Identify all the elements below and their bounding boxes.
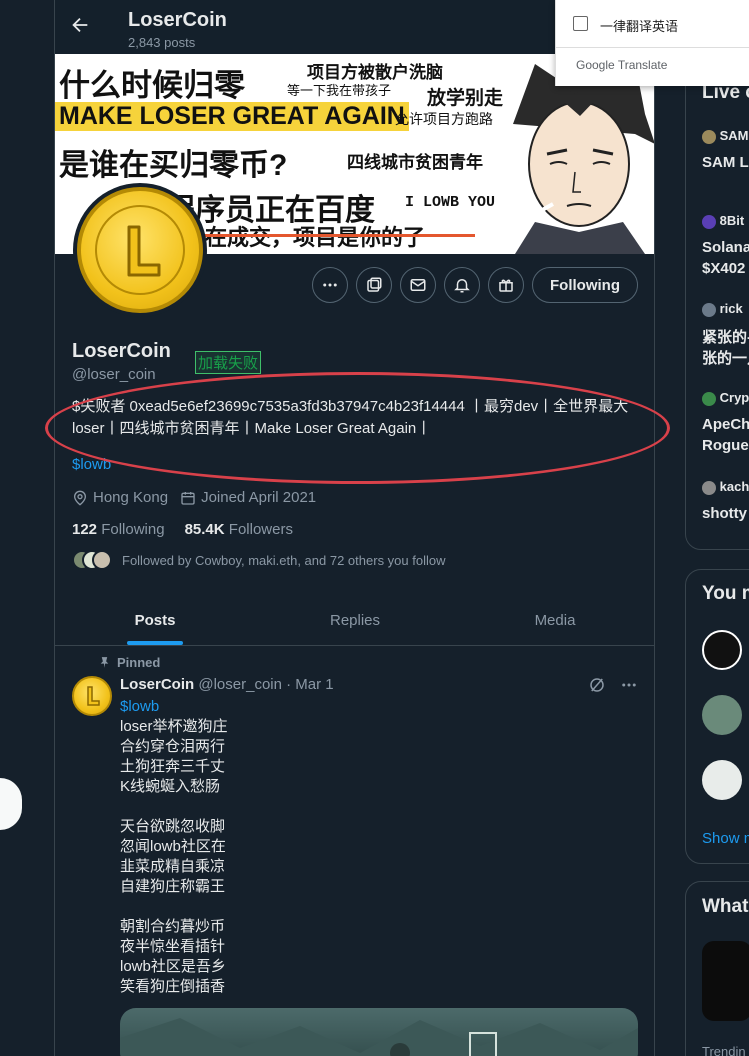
follow-stats: 122 Following 85.4K Followers: [72, 521, 293, 538]
live-user-avatar: [702, 480, 716, 495]
post-cashtag[interactable]: $lowb: [120, 698, 159, 715]
live-user-avatar: [702, 129, 716, 144]
google-translate-brand: Google Translate: [576, 58, 668, 72]
profile-joined-date: Joined April 2021: [201, 489, 317, 506]
live-user-avatar: [702, 302, 716, 317]
banner-line-2-right: 放学别走: [427, 88, 504, 109]
live-item-user[interactable]: Cryp: [702, 390, 749, 406]
trending-label: Trendin: [702, 1044, 746, 1056]
who-to-follow-title: You m: [702, 583, 749, 604]
follower-avatar: [92, 550, 112, 570]
banner-line-3: 是谁在买归零币?: [59, 149, 288, 182]
followed-by-row[interactable]: Followed by Cowboy, maki.eth, and 72 oth…: [72, 550, 445, 570]
profile-bio: $失败者 0xead5e6ef23699c7535a3fd3b37947c4b2…: [72, 398, 629, 437]
live-user-avatar: [702, 214, 716, 229]
live-item-text[interactable]: Solana: [702, 239, 749, 256]
suggested-user-avatar[interactable]: [702, 695, 742, 735]
live-item-user[interactable]: SAM: [702, 128, 749, 144]
google-translate-popup: 一律翻译英语 Google Translate: [555, 0, 749, 86]
post-poem: loser举杯邀狗庄 合约穿仓泪两行 土狗狂奔三千丈 K线蜿蜒入愁肠 天台欲跳忽…: [120, 718, 228, 995]
banner-line-1-sub: 等一下我在带孩子: [287, 83, 392, 98]
profile-meta: Hong Kong Joined April 2021: [72, 489, 316, 506]
header-post-count: 2,843 posts: [128, 35, 196, 50]
tab-posts[interactable]: Posts: [55, 596, 255, 645]
always-translate-label[interactable]: 一律翻译英语: [600, 16, 678, 35]
live-item-text[interactable]: SAM Li: [702, 154, 749, 171]
followers-label: Followers: [228, 521, 293, 538]
pinned-indicator: Pinned: [98, 655, 160, 670]
live-item-text[interactable]: shotty: [702, 505, 747, 522]
left-navigation-rail: [0, 0, 55, 1056]
live-user-name: 8Bit: [719, 213, 745, 228]
profile-action-buttons: Following: [312, 267, 638, 303]
profile-tabs: Posts Replies Media: [55, 596, 654, 646]
trending-thumbnail[interactable]: [702, 941, 749, 1021]
coin-logo: [77, 187, 203, 313]
grok-explain-icon[interactable]: [588, 676, 606, 694]
more-options-icon[interactable]: [312, 267, 349, 303]
back-arrow-icon[interactable]: [69, 14, 95, 40]
grok-icon[interactable]: [356, 267, 393, 303]
header-title: LoserCoin: [128, 9, 227, 31]
live-item-text-2[interactable]: Roguel: [702, 437, 749, 454]
location-pin-icon: [73, 490, 87, 506]
profile-location: Hong Kong: [93, 489, 169, 506]
profile-column: LoserCoin 2,843 posts 什么时候归零 项目方被散户洗脑 等一…: [55, 0, 655, 1056]
followers-stat-link[interactable]: 85.4K Followers: [185, 521, 293, 538]
load-failed-badge: 加载失败: [195, 351, 262, 374]
live-user-name: kach: [719, 479, 749, 494]
post-image[interactable]: [120, 1008, 638, 1056]
live-item-text[interactable]: 紧张的-: [702, 326, 749, 347]
show-more-link[interactable]: Show m: [702, 830, 749, 847]
calendar-icon: [181, 491, 195, 505]
following-button[interactable]: Following: [532, 267, 638, 303]
live-item-text[interactable]: ApeCh: [702, 416, 749, 433]
message-icon[interactable]: [400, 267, 437, 303]
live-item-user[interactable]: 8Bit: [702, 213, 744, 229]
following-label: Following: [101, 521, 165, 538]
post-author-avatar[interactable]: [72, 676, 112, 716]
bio-cashtag-link[interactable]: $lowb: [72, 456, 111, 473]
post-body: $lowb loser举杯邀狗庄 合约穿仓泪两行 土狗狂奔三千丈 K线蜿蜒入愁肠…: [120, 697, 590, 997]
banner-line-4-right: I LOWB YOU: [405, 194, 496, 211]
followed-by-text: Followed by Cowboy, maki.eth, and 72 oth…: [122, 552, 446, 568]
post-handle-time[interactable]: @loser_coin · Mar 1: [198, 676, 333, 693]
post-more-icon[interactable]: [620, 676, 638, 694]
live-user-name: SAM: [719, 128, 749, 143]
suggested-user-avatar[interactable]: [702, 630, 742, 670]
post-author-name[interactable]: LoserCoin: [120, 676, 194, 693]
profile-avatar[interactable]: [73, 183, 207, 317]
pinned-label: Pinned: [117, 655, 161, 670]
live-user-name: rick: [719, 301, 743, 316]
following-count: 122: [72, 521, 98, 538]
live-item-text-2[interactable]: $X402: [702, 260, 745, 277]
following-stat-link[interactable]: 122 Following: [72, 521, 165, 538]
live-item-user[interactable]: kach: [702, 479, 749, 495]
follower-avatars: [72, 550, 112, 570]
banner-line-1: 什么时候归零: [59, 68, 245, 103]
banner-line-2-sub: 允许项目方跑路: [395, 111, 493, 127]
banner-line-3-right: 四线城市贫困青年: [347, 153, 483, 172]
live-user-name: Cryp: [719, 390, 749, 405]
live-item-user[interactable]: rick: [702, 301, 743, 317]
always-translate-checkbox[interactable]: [573, 16, 588, 31]
popup-divider: [556, 47, 749, 48]
pin-icon: [100, 657, 109, 668]
post-header: LoserCoin @loser_coin · Mar 1: [120, 676, 334, 693]
profile-handle: @loser_coin: [72, 366, 156, 383]
gift-icon[interactable]: [488, 267, 525, 303]
banner-underline: [205, 234, 475, 237]
live-item-text-2[interactable]: 张的一足: [702, 347, 749, 368]
live-user-avatar: [702, 391, 716, 406]
notifications-bell-icon[interactable]: [444, 267, 481, 303]
followers-count: 85.4K: [184, 521, 225, 538]
tab-media[interactable]: Media: [455, 596, 654, 645]
suggested-user-avatar[interactable]: [702, 760, 742, 800]
profile-name: LoserCoin: [72, 340, 171, 362]
tab-replies[interactable]: Replies: [255, 596, 455, 645]
banner-line-2: MAKE LOSER GREAT AGAIN: [55, 102, 409, 131]
whats-happening-title: What: [702, 896, 749, 917]
post-header-icons: [588, 676, 638, 694]
